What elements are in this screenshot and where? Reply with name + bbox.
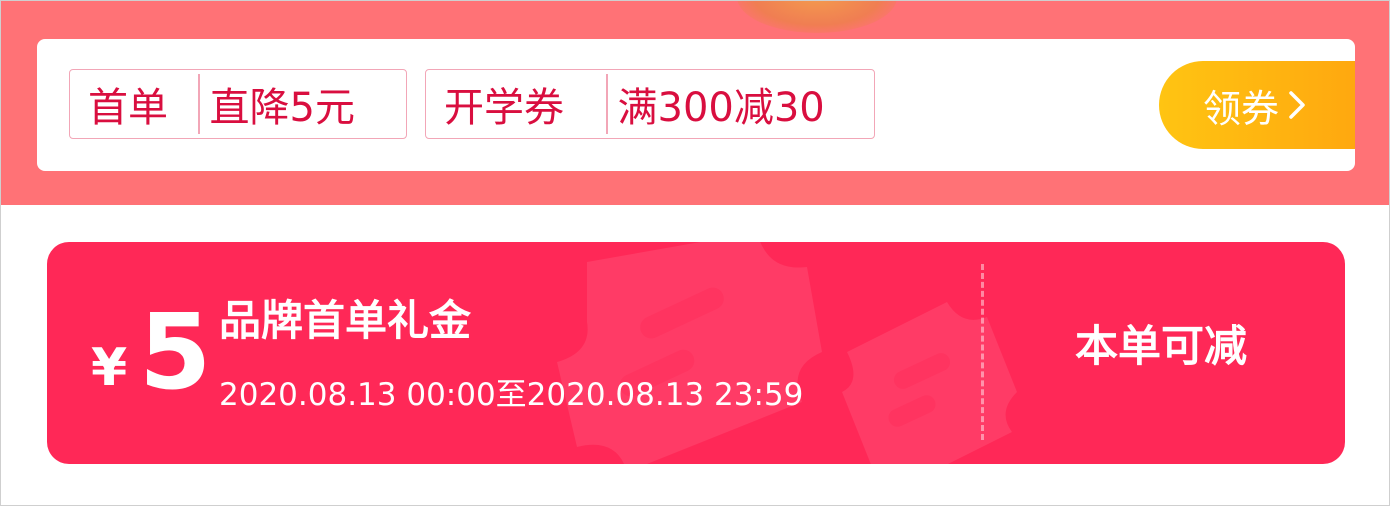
tag-label: 开学券	[444, 85, 564, 131]
first-order-tag: 首单 直降5元	[69, 69, 407, 139]
screen: 首单 直降5元 开学券 满300减30 领券 ¥ 5 品牌首单礼金 2020.0…	[0, 0, 1390, 506]
currency-symbol: ¥	[91, 338, 128, 398]
gift-validity-period: 2020.08.13 00:00至2020.08.13 23:59	[219, 377, 804, 413]
chevron-right-icon	[1289, 91, 1305, 119]
card-divider	[981, 264, 984, 440]
tag-label: 首单	[88, 85, 168, 131]
back-to-school-tag: 开学券 满300减30	[425, 69, 875, 139]
coupon-bar: 首单 直降5元 开学券 满300减30 领券	[37, 39, 1355, 171]
deduct-label: 本单可减	[1075, 322, 1247, 372]
promo-banner: 首单 直降5元 开学券 满300减30 领券	[1, 1, 1389, 205]
brand-gift-card[interactable]: ¥ 5 品牌首单礼金 2020.08.13 00:00至2020.08.13 2…	[47, 242, 1345, 464]
ticket-watermark-icon	[557, 242, 1017, 464]
gift-title: 品牌首单礼金	[219, 296, 472, 345]
tag-value: 直降5元	[209, 85, 355, 131]
get-coupon-button[interactable]: 领券	[1159, 61, 1355, 149]
gift-amount: 5	[139, 291, 212, 413]
get-coupon-label: 领券	[1203, 86, 1280, 131]
product-image-peek	[737, 1, 897, 33]
tag-value: 满300减30	[617, 85, 825, 131]
